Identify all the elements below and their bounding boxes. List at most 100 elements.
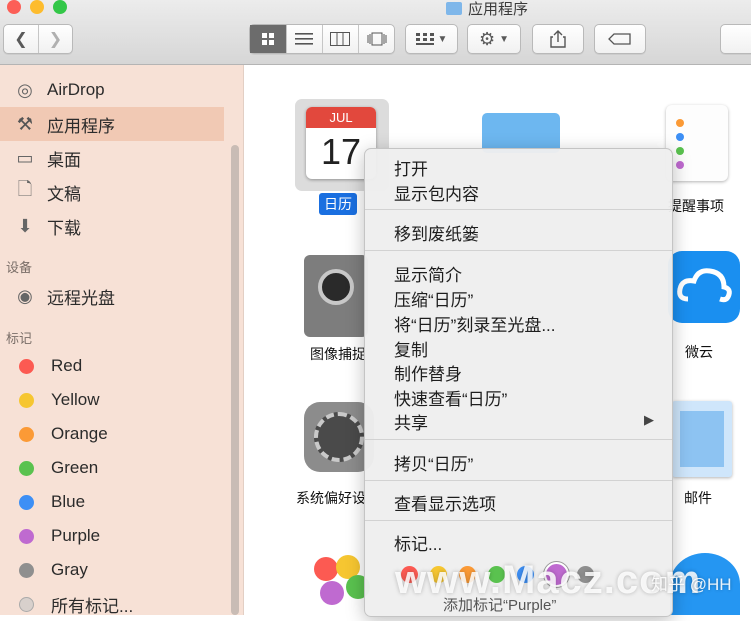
view-mode-group (249, 24, 395, 54)
minimize-window-button[interactable] (30, 0, 44, 14)
list-view-button[interactable] (287, 25, 323, 53)
sidebar-tag-orange[interactable]: Orange (14, 417, 224, 451)
calendar-label[interactable]: 日历 (319, 193, 357, 215)
sidebar-item-label: Purple (51, 526, 101, 545)
cover-flow-view-button[interactable] (359, 25, 394, 53)
menu-item-burn-to-disc[interactable]: 将“日历”刻录至光盘... (394, 311, 556, 336)
sidebar-item-label: Green (51, 458, 99, 477)
sidebar-item-desktop[interactable]: ▭ 桌面 (14, 141, 224, 175)
column-view-button[interactable] (323, 25, 360, 53)
sidebar-all-tags[interactable]: 所有标记... (14, 587, 224, 621)
download-icon: ⬇ (17, 215, 33, 236)
window-title-area: 应用程序 (446, 0, 528, 19)
list-icon (295, 33, 314, 45)
tag-color-dot (19, 528, 34, 544)
reminders-label[interactable]: 提醒事项 (668, 196, 724, 216)
share-button-inner (533, 25, 583, 53)
grid-icon (261, 33, 274, 45)
sidebar: ◎ AirDrop ⚒ 应用程序 ▭ 桌面 🗋 文稿 ⬇ 下载 设备 ◉ 远程光… (0, 65, 244, 616)
tag-icon (608, 33, 631, 45)
sidebar-item-label: Orange (51, 424, 108, 443)
sidebar-tag-yellow[interactable]: Yellow (14, 383, 224, 417)
utilities-folder-icon[interactable] (482, 113, 560, 153)
calendar-month: JUL (306, 107, 376, 128)
sidebar-scrollbar[interactable] (231, 145, 239, 615)
sidebar-item-downloads[interactable]: ⬇ 下载 (14, 209, 224, 243)
menu-item-copy[interactable]: 拷贝“日历” (394, 450, 473, 475)
menu-item-quick-look[interactable]: 快速查看“日历” (394, 385, 507, 410)
disc-icon: ◉ (17, 285, 33, 306)
menu-item-share[interactable]: 共享 (394, 409, 428, 434)
sidebar-item-documents[interactable]: 🗋 文稿 (14, 175, 224, 209)
image-capture-app-icon[interactable] (304, 255, 368, 337)
edit-tags-button[interactable] (594, 24, 646, 54)
sidebar-item-label: 下载 (47, 218, 81, 238)
sidebar-section-devices: 设备 (6, 260, 33, 275)
back-button[interactable]: ❮ (4, 25, 39, 53)
arrange-grid-icon (415, 33, 434, 45)
weiyun-app-icon[interactable] (668, 251, 740, 323)
menu-item-make-alias[interactable]: 制作替身 (394, 360, 462, 385)
menu-separator (365, 480, 672, 481)
cloud-icon (677, 268, 732, 303)
window-title: 应用程序 (468, 1, 529, 18)
sidebar-item-airdrop[interactable]: ◎ AirDrop (14, 73, 224, 107)
menu-item-duplicate[interactable]: 复制 (394, 336, 428, 361)
forward-button[interactable]: ❯ (39, 25, 72, 53)
reminders-app-icon[interactable] (666, 105, 728, 181)
mail-label[interactable]: 邮件 (684, 488, 712, 508)
sidebar-item-applications[interactable]: ⚒ 应用程序 (0, 107, 224, 141)
zoom-window-button[interactable] (53, 0, 67, 14)
close-window-button[interactable] (7, 0, 21, 14)
sidebar-tag-red[interactable]: Red (14, 349, 224, 383)
folder-icon (446, 2, 462, 15)
gear-icon: ⚙ (478, 28, 496, 49)
sidebar-item-label: Red (51, 356, 83, 375)
weiyun-label[interactable]: 微云 (685, 342, 713, 362)
menu-separator (365, 520, 672, 521)
tag-color-dot (19, 426, 34, 442)
search-field[interactable] (720, 24, 751, 54)
sidebar-tag-green[interactable]: Green (14, 451, 224, 485)
chevron-down-icon: ▼ (499, 33, 510, 45)
sidebar-item-label: Gray (51, 560, 88, 579)
tag-color-dot (19, 460, 34, 476)
documents-icon: 🗋 (17, 179, 33, 199)
chevron-left-icon: ❮ (14, 31, 28, 48)
back-forward-group: ❮ ❯ (3, 24, 73, 54)
menu-separator (365, 439, 672, 440)
sidebar-item-label: Yellow (51, 390, 100, 409)
finder-toolbar: 应用程序 ❮ ❯ ▼ ⚙ ▼ (0, 0, 751, 65)
columns-icon (330, 32, 351, 46)
menu-item-tags[interactable]: 标记... (394, 530, 442, 555)
sidebar-item-label: 文稿 (47, 184, 81, 204)
menu-item-open[interactable]: 打开 (394, 155, 428, 180)
share-icon (550, 30, 566, 48)
sidebar-item-label: 远程光盘 (47, 288, 115, 308)
menu-item-move-to-trash[interactable]: 移到废纸篓 (394, 220, 479, 245)
action-button[interactable]: ⚙ ▼ (467, 24, 521, 54)
system-preferences-label[interactable]: 系统偏好设 (296, 488, 366, 508)
sidebar-section-tags: 标记 (6, 331, 33, 346)
sidebar-tag-blue[interactable]: Blue (14, 485, 224, 519)
sidebar-item-label: 桌面 (47, 150, 81, 170)
menu-separator (365, 250, 672, 251)
icon-view-button[interactable] (250, 25, 287, 53)
sidebar-tag-gray[interactable]: Gray (14, 553, 224, 587)
menu-separator (365, 209, 672, 210)
chevron-down-icon: ▼ (437, 33, 448, 45)
menu-item-show-view-options[interactable]: 查看显示选项 (394, 490, 496, 515)
menu-item-get-info[interactable]: 显示简介 (394, 261, 462, 286)
sidebar-item-remote-disc[interactable]: ◉ 远程光盘 (14, 279, 224, 313)
share-button[interactable] (532, 24, 584, 54)
sidebar-item-label: Blue (51, 492, 86, 511)
menu-item-show-package-contents[interactable]: 显示包内容 (394, 180, 479, 205)
cover-flow-icon (367, 32, 387, 46)
sidebar-item-label: 所有标记... (51, 596, 134, 616)
watermark-right: 知乎 @HH (651, 575, 732, 594)
image-capture-label[interactable]: 图像捕捉 (310, 344, 366, 364)
sidebar-tag-purple[interactable]: Purple (14, 519, 224, 553)
arrange-button[interactable]: ▼ (405, 24, 458, 54)
menu-item-compress[interactable]: 压缩“日历” (394, 286, 473, 311)
mail-app-icon[interactable] (672, 401, 732, 477)
